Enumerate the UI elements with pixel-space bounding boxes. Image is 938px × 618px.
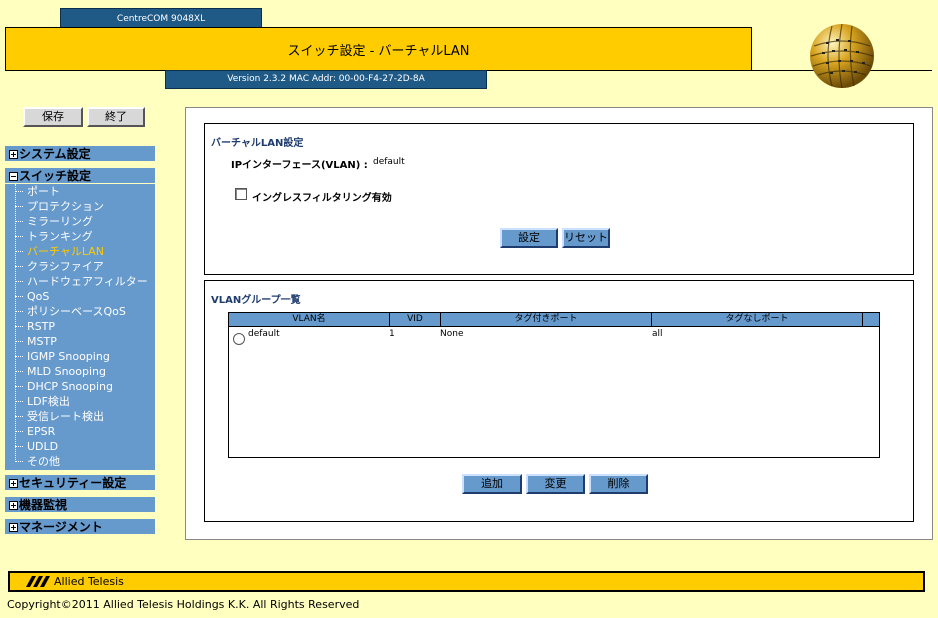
allied-telesis-logo-icon	[26, 576, 50, 587]
nav-head-label: スイッチ設定	[19, 169, 92, 183]
cell-tagged-ports: None	[440, 329, 464, 339]
sidebar-item-qos[interactable]: QoS	[15, 289, 155, 304]
set-button[interactable]: 設定	[500, 228, 558, 248]
nav-head-label: セキュリティー設定	[19, 476, 127, 490]
sidebar-item-other[interactable]: その他	[15, 454, 155, 469]
vlan-settings-title: バーチャルLAN設定	[211, 138, 304, 149]
nav-head-label: システム設定	[19, 147, 91, 161]
sidebar-item-mld-snooping[interactable]: MLD Snooping	[15, 364, 155, 379]
nav-head-security[interactable]: セキュリティー設定	[5, 474, 155, 491]
sidebar-item-igmp-snooping[interactable]: IGMP Snooping	[15, 349, 155, 364]
column-header-untagged-ports: タグなしポート	[652, 313, 863, 327]
sidebar-item-mirroring[interactable]: ミラーリング	[15, 214, 155, 229]
nav-head-switch[interactable]: スイッチ設定	[5, 167, 155, 184]
nav-head-management[interactable]: マネージメント	[5, 518, 155, 535]
model-tab: CentreCOM 9048XL	[60, 8, 262, 28]
save-button[interactable]: 保存	[23, 107, 83, 127]
page-title: スイッチ設定 - バーチャルLAN	[287, 44, 470, 59]
vlan-groups-section: VLANグループ一覧 VLAN名 VID タグ付きポート タグなしポート def…	[204, 280, 914, 522]
nav-group-system[interactable]: システム設定	[5, 145, 155, 162]
sidebar-item-hardware-filter[interactable]: ハードウェアフィルター	[15, 274, 155, 289]
vlan-groups-title: VLANグループ一覧	[211, 295, 301, 306]
sidebar-item-policy-qos[interactable]: ポリシーベースQoS	[15, 304, 155, 319]
sidebar-item-mstp[interactable]: MSTP	[15, 334, 155, 349]
vlan-settings-section: バーチャルLAN設定 IPインターフェース(VLAN) : default イン…	[204, 123, 914, 275]
table-header: VLAN名 VID タグ付きポート タグなしポート	[229, 313, 879, 327]
cell-vlan-name: default	[248, 329, 280, 339]
column-header-vlan-name: VLAN名	[229, 313, 390, 327]
ip-interface-label: IPインターフェース(VLAN) :	[231, 160, 368, 171]
ingress-filter-checkbox[interactable]	[235, 188, 247, 200]
modify-button[interactable]: 変更	[526, 474, 585, 494]
footer-bar: Allied Telesis	[8, 571, 925, 592]
copyright-text: Copyright©2011 Allied Telesis Holdings K…	[7, 598, 360, 611]
nav-head-label: マネージメント	[19, 520, 103, 534]
reset-button[interactable]: リセット	[562, 228, 610, 248]
nav-group-switch: スイッチ設定 ポート プロテクション ミラーリング トランキング バーチャルLA…	[5, 167, 155, 470]
add-button[interactable]: 追加	[462, 474, 522, 494]
switch-nav-items: ポート プロテクション ミラーリング トランキング バーチャルLAN クラシファ…	[5, 184, 155, 469]
cell-vid: 1	[389, 329, 395, 339]
sidebar-item-rstp[interactable]: RSTP	[15, 319, 155, 334]
version-info: Version 2.3.2 MAC Addr: 00-00-F4-27-2D-8…	[165, 70, 487, 89]
sidebar-item-rx-rate[interactable]: 受信レート検出	[15, 409, 155, 424]
nav-head-system[interactable]: システム設定	[5, 145, 155, 162]
footer-logo-text: Allied Telesis	[54, 575, 124, 588]
ip-interface-value: default	[373, 157, 405, 167]
title-bar: スイッチ設定 - バーチャルLAN	[5, 27, 752, 71]
exit-button[interactable]: 終了	[87, 107, 145, 127]
ingress-filter-label: イングレスフィルタリング有効	[252, 193, 392, 204]
nav-group-management[interactable]: マネージメント	[5, 518, 155, 535]
sidebar-item-dhcp-snooping[interactable]: DHCP Snooping	[15, 379, 155, 394]
delete-button[interactable]: 削除	[589, 474, 648, 494]
main-panel: バーチャルLAN設定 IPインターフェース(VLAN) : default イン…	[185, 107, 933, 540]
nav-head-monitor[interactable]: 機器監視	[5, 496, 155, 513]
expand-icon	[9, 150, 18, 159]
sidebar-item-udld[interactable]: UDLD	[15, 439, 155, 454]
cell-untagged-ports: all	[652, 329, 663, 339]
sidebar-item-classifier[interactable]: クラシファイア	[15, 259, 155, 274]
vlan-group-table: VLAN名 VID タグ付きポート タグなしポート default 1 None…	[228, 312, 880, 458]
nav-group-monitor[interactable]: 機器監視	[5, 496, 155, 513]
globe-logo-icon	[810, 23, 874, 89]
collapse-icon	[9, 172, 18, 181]
sidebar-item-port[interactable]: ポート	[15, 184, 155, 199]
sidebar-item-ldf[interactable]: LDF検出	[15, 394, 155, 409]
nav-head-label: 機器監視	[19, 498, 68, 512]
expand-icon	[9, 523, 18, 532]
expand-icon	[9, 479, 18, 488]
sidebar-item-virtual-lan[interactable]: バーチャルLAN	[15, 244, 155, 259]
row-select-radio[interactable]	[233, 333, 245, 345]
column-header-vid: VID	[390, 313, 441, 327]
nav-group-security[interactable]: セキュリティー設定	[5, 474, 155, 491]
sidebar-item-trunking[interactable]: トランキング	[15, 229, 155, 244]
column-header-tagged-ports: タグ付きポート	[441, 313, 652, 327]
sidebar-item-epsr[interactable]: EPSR	[15, 424, 155, 439]
expand-icon	[9, 501, 18, 510]
sidebar-item-protection[interactable]: プロテクション	[15, 199, 155, 214]
